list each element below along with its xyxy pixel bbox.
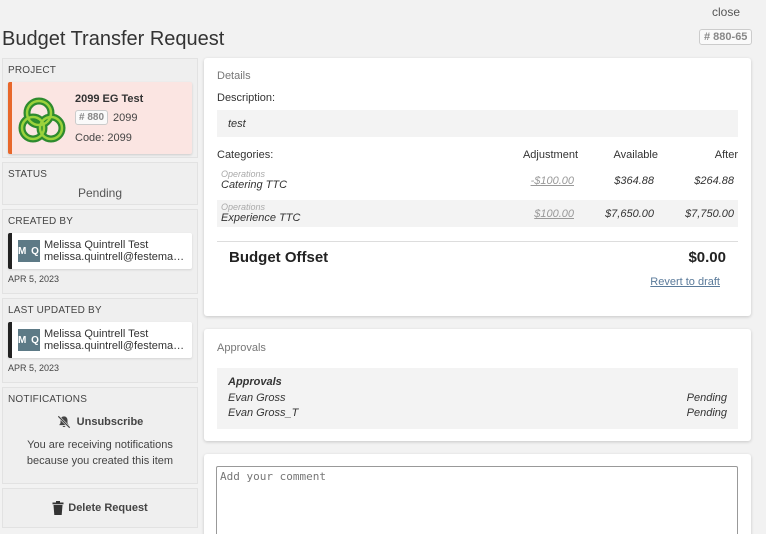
last-updated-date: APR 5, 2023 xyxy=(8,363,60,373)
approval-row: Evan Gross Pending xyxy=(228,391,727,407)
project-number-badge: # 880 xyxy=(75,110,109,125)
project-section: PROJECT 2099 EG Test # 880 2099 Code: 20… xyxy=(2,58,198,158)
after-value: $7,750.00 xyxy=(685,207,734,220)
available-value: $7,650.00 xyxy=(605,207,654,220)
last-updated-section: LAST UPDATED BY M Q Melissa Quintrell Te… xyxy=(2,298,198,383)
status-value: Pending xyxy=(77,186,123,200)
created-date: APR 5, 2023 xyxy=(8,274,60,284)
notifications-label: NOTIFICATIONS xyxy=(8,394,88,405)
adjustment-column-header: Adjustment xyxy=(522,149,578,161)
delete-request-label: Delete Request xyxy=(68,502,148,514)
status-label: STATUS xyxy=(8,169,48,180)
budget-offset-value: $0.00 xyxy=(688,249,726,266)
description-label: Description: xyxy=(217,92,276,104)
project-code: Code: 2099 xyxy=(75,132,132,144)
category-row: Operations Experience TTC $100.00 $7,650… xyxy=(217,200,738,227)
bell-off-icon xyxy=(57,415,71,429)
budget-offset-label: Budget Offset xyxy=(229,249,329,266)
categories-label: Categories: xyxy=(217,149,274,161)
notifications-section: NOTIFICATIONS Unsubscribe You are receiv… xyxy=(2,387,198,484)
project-number: 2099 xyxy=(113,111,138,124)
last-updated-user-card[interactable]: M Q Melissa Quintrell Test melissa.quint… xyxy=(8,322,192,358)
comment-input[interactable] xyxy=(216,466,738,534)
created-by-label: CREATED BY xyxy=(8,216,74,227)
delete-section: Delete Request xyxy=(2,488,198,528)
approval-status: Pending xyxy=(686,391,727,404)
request-ref-badge: # 880-65 xyxy=(699,29,753,45)
close-link[interactable]: close xyxy=(712,5,740,19)
last-updated-label: LAST UPDATED BY xyxy=(8,305,102,316)
approval-row: Evan Gross_T Pending xyxy=(228,406,727,422)
created-by-user-card[interactable]: M Q Melissa Quintrell Test melissa.quint… xyxy=(8,233,192,269)
category-name: Experience TTC xyxy=(221,212,301,224)
approval-status: Pending xyxy=(686,407,727,419)
created-by-name: Melissa Quintrell Test xyxy=(44,239,149,251)
status-section: STATUS Pending xyxy=(2,162,198,205)
project-name: 2099 EG Test xyxy=(75,93,144,105)
adjustment-link[interactable]: $100.00 xyxy=(534,208,574,220)
categories-header: Categories: Adjustment Available After xyxy=(217,149,738,161)
revert-to-draft-link[interactable]: Revert to draft xyxy=(217,276,738,288)
project-logo-icon xyxy=(18,97,66,143)
approvals-list: Approvals Evan Gross Pending Evan Gross_… xyxy=(217,368,738,429)
after-column-header: After xyxy=(714,149,738,161)
approvals-panel: Approvals Approvals Evan Gross Pending E… xyxy=(204,329,751,441)
approver-name: Evan Gross_T xyxy=(228,407,299,419)
category-row: Operations Catering TTC -$100.00 $364.88… xyxy=(217,167,738,194)
category-group: Operations xyxy=(221,169,266,179)
description-value: test xyxy=(217,110,738,137)
approvals-heading: Approvals xyxy=(217,342,266,354)
details-panel: Details Description: test Categories: Ad… xyxy=(204,58,751,316)
notifications-message: You are receiving notifications because … xyxy=(26,439,174,467)
approver-name: Evan Gross xyxy=(228,391,286,404)
category-group: Operations xyxy=(221,202,266,212)
available-value: $364.88 xyxy=(614,174,654,187)
page-title: Budget Transfer Request xyxy=(2,28,225,50)
adjustment-link[interactable]: -$100.00 xyxy=(531,175,574,187)
avatar: M Q xyxy=(18,240,40,262)
unsubscribe-label: Unsubscribe xyxy=(76,416,144,428)
project-number-row: # 880 2099 xyxy=(75,110,138,125)
after-value: $264.88 xyxy=(694,174,734,187)
trash-icon xyxy=(52,501,64,515)
sidebar: PROJECT 2099 EG Test # 880 2099 Code: 20… xyxy=(2,58,198,532)
last-updated-email: melissa.quintrell@festemamanagement.com xyxy=(44,340,186,352)
unsubscribe-button[interactable]: Unsubscribe xyxy=(8,415,192,429)
avatar: M Q xyxy=(18,329,40,351)
created-by-section: CREATED BY M Q Melissa Quintrell Test me… xyxy=(2,209,198,294)
delete-request-button[interactable]: Delete Request xyxy=(8,501,192,515)
comment-panel xyxy=(204,454,751,534)
last-updated-name: Melissa Quintrell Test xyxy=(44,328,149,340)
category-name: Catering TTC xyxy=(221,179,288,191)
project-card[interactable]: 2099 EG Test # 880 2099 Code: 2099 xyxy=(8,82,192,154)
project-label: PROJECT xyxy=(8,65,57,76)
available-column-header: Available xyxy=(613,149,658,161)
approvals-list-title: Approvals xyxy=(228,376,282,388)
budget-offset-row: Budget Offset $0.00 xyxy=(217,241,738,266)
details-heading: Details xyxy=(217,70,251,82)
created-by-email: melissa.quintrell@festemamanagement.com xyxy=(44,251,186,263)
